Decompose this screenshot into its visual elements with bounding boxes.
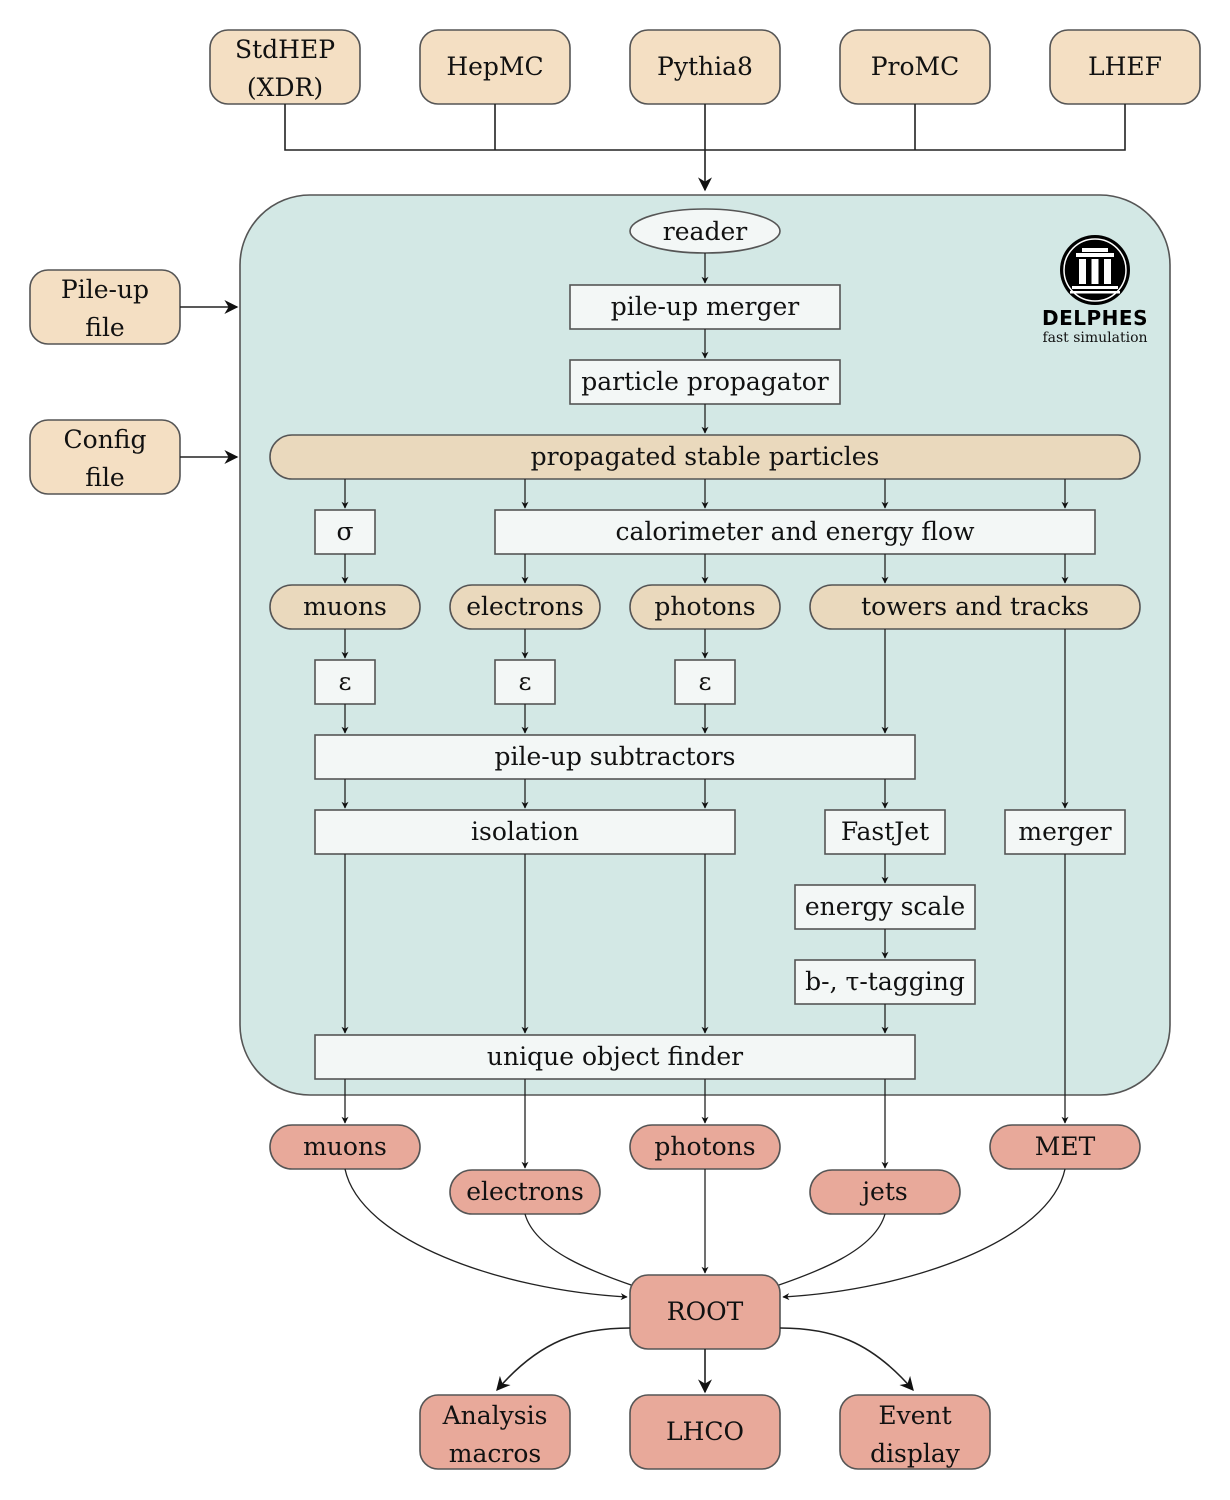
- fastjet-module: FastJet: [824, 809, 946, 855]
- node-label: MET: [1035, 1132, 1096, 1161]
- output-jets: jets: [809, 1169, 961, 1215]
- input-format-lhef: LHEF: [1049, 29, 1201, 105]
- node-label: macros: [449, 1439, 541, 1468]
- node-label: b-, τ-tagging: [805, 967, 965, 996]
- node-label: particle propagator: [581, 367, 829, 396]
- node-label: σ: [336, 517, 353, 546]
- input-label: (XDR): [247, 73, 323, 102]
- input-label: StdHEP: [235, 35, 335, 64]
- node-label: Event: [878, 1401, 951, 1430]
- node-label: reader: [663, 217, 747, 246]
- propagated-stable-particles-collection: propagated stable particles: [269, 434, 1141, 480]
- efficiency-module-electrons: ε: [494, 659, 556, 705]
- logo-title: DELPHES: [1042, 306, 1148, 330]
- node-label: LHCO: [666, 1417, 744, 1446]
- input-label: file: [85, 313, 124, 342]
- node-label: unique object finder: [487, 1042, 743, 1071]
- node-label: ROOT: [667, 1297, 744, 1326]
- output-photons: photons: [629, 1124, 781, 1170]
- energy-scale-module: energy scale: [794, 884, 976, 930]
- pileup-subtractors-module: pile-up subtractors: [314, 734, 916, 780]
- towers-tracks-collection: towers and tracks: [809, 584, 1141, 630]
- node-label: energy scale: [805, 892, 965, 921]
- input-label: Pythia8: [657, 52, 753, 81]
- btau-tagging-module: b-, τ-tagging: [794, 959, 976, 1005]
- efficiency-module-photons: ε: [674, 659, 736, 705]
- node-label: ε: [699, 667, 712, 696]
- sigma-module: σ: [314, 509, 376, 555]
- node-label: muons: [303, 592, 387, 621]
- output-electrons: electrons: [449, 1169, 601, 1215]
- electrons-collection: electrons: [449, 584, 601, 630]
- node-label: merger: [1018, 817, 1111, 846]
- isolation-module: isolation: [314, 809, 736, 855]
- node-label: propagated stable particles: [531, 442, 880, 471]
- efficiency-module-muons: ε: [314, 659, 376, 705]
- unique-object-finder-module: unique object finder: [314, 1034, 916, 1080]
- reader-node: reader: [629, 208, 781, 254]
- node-label: display: [870, 1439, 961, 1468]
- lhco-output: LHCO: [629, 1394, 781, 1470]
- config-file-input: Config file: [29, 419, 239, 495]
- node-label: towers and tracks: [861, 592, 1089, 621]
- pileup-file-input: Pile-up file: [29, 269, 239, 345]
- delphes-flow-diagram: StdHEP (XDR) HepMC Pythia8 ProMC LHEF Pi…: [29, 29, 1201, 1470]
- input-label: Pile-up: [61, 275, 149, 304]
- input-format-pythia8: Pythia8: [629, 29, 781, 105]
- node-label: photons: [654, 1132, 755, 1161]
- node-label: electrons: [466, 592, 584, 621]
- node-label: jets: [859, 1177, 907, 1206]
- photons-collection: photons: [629, 584, 781, 630]
- node-label: photons: [654, 592, 755, 621]
- analysis-macros-output: Analysis macros: [419, 1394, 571, 1470]
- input-label: LHEF: [1088, 52, 1162, 81]
- input-label: Config: [64, 425, 147, 454]
- node-label: pile-up merger: [611, 292, 800, 321]
- node-label: ε: [519, 667, 532, 696]
- output-muons: muons: [269, 1124, 421, 1170]
- node-label: calorimeter and energy flow: [616, 517, 976, 546]
- particle-propagator-module: particle propagator: [569, 359, 841, 405]
- node-label: ε: [339, 667, 352, 696]
- input-label: file: [85, 463, 124, 492]
- node-label: Analysis: [442, 1401, 548, 1430]
- node-label: muons: [303, 1132, 387, 1161]
- node-label: pile-up subtractors: [494, 742, 735, 771]
- input-bus-connector: [284, 104, 1126, 192]
- node-label: isolation: [471, 817, 579, 846]
- node-label: electrons: [466, 1177, 584, 1206]
- input-format-stdhep: StdHEP (XDR): [209, 29, 361, 105]
- root-output: ROOT: [629, 1274, 781, 1350]
- input-format-promc: ProMC: [839, 29, 991, 105]
- event-display-output: Event display: [839, 1394, 991, 1470]
- input-format-hepmc: HepMC: [419, 29, 571, 105]
- pileup-merger-module: pile-up merger: [569, 284, 841, 330]
- logo-subtitle: fast simulation: [1042, 330, 1147, 346]
- input-label: ProMC: [871, 52, 960, 81]
- input-label: HepMC: [446, 52, 543, 81]
- greek-temple-icon: [1060, 235, 1130, 305]
- node-label: FastJet: [841, 817, 929, 846]
- calorimeter-module: calorimeter and energy flow: [494, 509, 1096, 555]
- output-met: MET: [989, 1124, 1141, 1170]
- merger-module: merger: [1004, 809, 1126, 855]
- muons-collection: muons: [269, 584, 421, 630]
